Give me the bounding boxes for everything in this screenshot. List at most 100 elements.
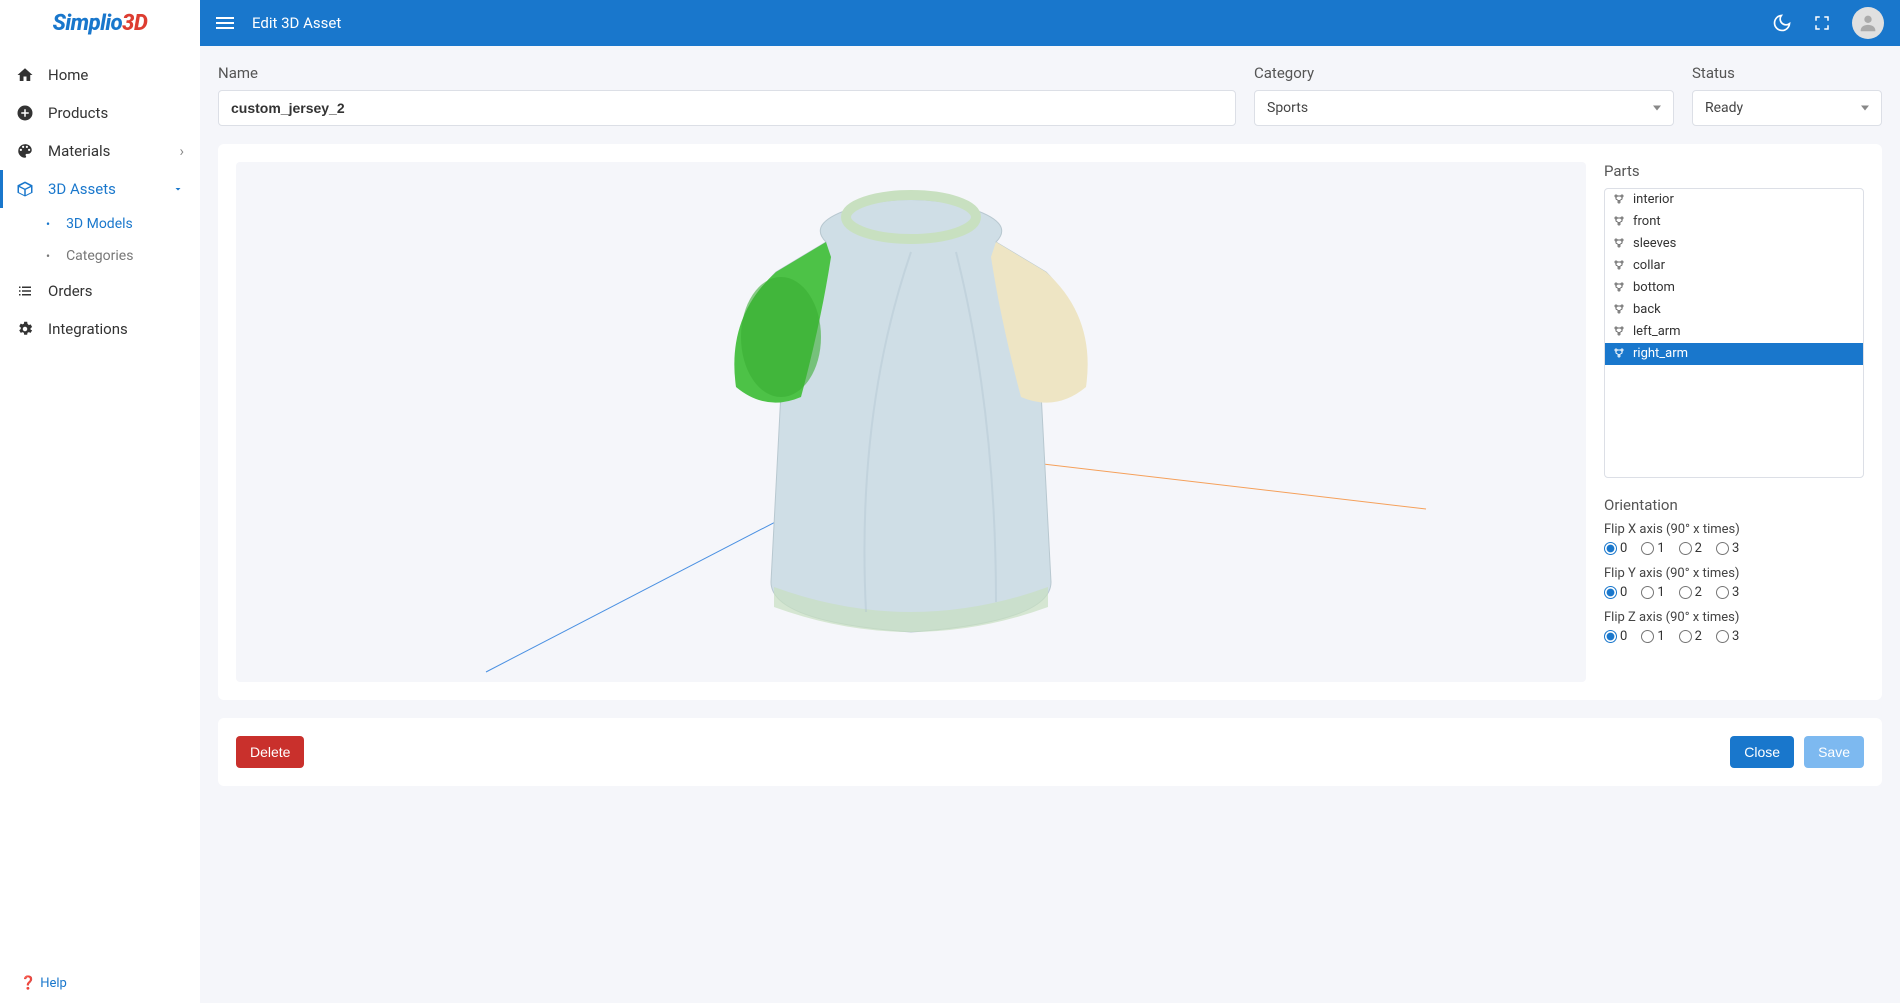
form-row: Name Category Sports Status Ready: [218, 64, 1882, 126]
nav-label: Products: [48, 104, 108, 122]
name-input[interactable]: [218, 90, 1236, 126]
mesh-icon: [1613, 215, 1627, 229]
topbar: Edit 3D Asset: [200, 0, 1900, 46]
flip-y-label: Flip Y axis (90° x times): [1604, 566, 1864, 581]
part-label: back: [1633, 301, 1661, 319]
gear-icon: [16, 320, 34, 338]
flip-x-option-2[interactable]: 2: [1679, 541, 1702, 556]
help-link[interactable]: ❓ Help: [0, 964, 200, 1003]
flip-z-option-3[interactable]: 3: [1716, 629, 1739, 644]
brand-part2: 3D: [122, 11, 147, 36]
page-title: Edit 3D Asset: [252, 14, 341, 32]
mesh-icon: [1613, 325, 1627, 339]
status-select[interactable]: Ready: [1692, 90, 1882, 126]
chevron-right-icon: ›: [179, 142, 184, 160]
orientation-title: Orientation: [1604, 496, 1864, 514]
nav-label: Home: [48, 66, 88, 84]
cube-icon: [16, 180, 34, 198]
subnav-label: Categories: [66, 248, 133, 264]
label-name: Name: [218, 64, 1236, 82]
flip-y-option-2[interactable]: 2: [1679, 585, 1702, 600]
main: Edit 3D Asset Name Category Sports Sta: [200, 0, 1900, 1003]
flip-x-group: Flip X axis (90° x times) 0123: [1604, 522, 1864, 556]
flip-y-option-3[interactable]: 3: [1716, 585, 1739, 600]
nav: Home Products Materials › 3D Assets 3D M…: [0, 46, 200, 964]
content: Name Category Sports Status Ready: [200, 46, 1900, 1003]
flip-x-option-1[interactable]: 1: [1641, 541, 1664, 556]
flip-z-option-1[interactable]: 1: [1641, 629, 1664, 644]
palette-icon: [16, 142, 34, 160]
flip-x-option-3[interactable]: 3: [1716, 541, 1739, 556]
subnav-label: 3D Models: [66, 216, 133, 232]
menu-toggle[interactable]: [216, 17, 234, 29]
brand-part1: Simplio: [53, 11, 123, 36]
field-category: Category Sports: [1254, 64, 1674, 126]
mesh-icon: [1613, 281, 1627, 295]
part-item-interior[interactable]: interior: [1605, 189, 1863, 211]
part-item-left_arm[interactable]: left_arm: [1605, 321, 1863, 343]
user-avatar[interactable]: [1852, 7, 1884, 39]
mesh-icon: [1613, 303, 1627, 317]
nav-home[interactable]: Home: [0, 56, 200, 94]
editor-card: Parts interiorfrontsleevescollarbottomba…: [218, 144, 1882, 700]
status-value: Ready: [1705, 100, 1743, 116]
part-item-collar[interactable]: collar: [1605, 255, 1863, 277]
nav-materials[interactable]: Materials ›: [0, 132, 200, 170]
plus-icon: [16, 104, 34, 122]
nav-3d-assets[interactable]: 3D Assets: [0, 170, 200, 208]
part-label: front: [1633, 213, 1661, 231]
label-category: Category: [1254, 64, 1674, 82]
nav-integrations[interactable]: Integrations: [0, 310, 200, 348]
nav-label: Orders: [48, 282, 93, 300]
category-value: Sports: [1267, 100, 1308, 116]
part-item-bottom[interactable]: bottom: [1605, 277, 1863, 299]
flip-x-option-0[interactable]: 0: [1604, 541, 1627, 556]
subnav-assets: 3D Models Categories: [0, 208, 200, 272]
home-icon: [16, 66, 34, 84]
parts-list: interior front sleeves collar bottom back left…: [1604, 188, 1864, 478]
close-button[interactable]: Close: [1730, 736, 1794, 768]
part-item-back[interactable]: back: [1605, 299, 1863, 321]
save-button[interactable]: Save: [1804, 736, 1864, 768]
category-select[interactable]: Sports: [1254, 90, 1674, 126]
part-label: collar: [1633, 257, 1665, 275]
flip-x-label: Flip X axis (90° x times): [1604, 522, 1864, 537]
flip-z-group: Flip Z axis (90° x times)0123: [1604, 610, 1864, 644]
nav-label: Integrations: [48, 320, 128, 338]
brand-logo[interactable]: Simplio3D: [0, 0, 200, 46]
delete-button[interactable]: Delete: [236, 736, 304, 768]
nav-products[interactable]: Products: [0, 94, 200, 132]
part-label: bottom: [1633, 279, 1675, 297]
flip-y-option-0[interactable]: 0: [1604, 585, 1627, 600]
field-name: Name: [218, 64, 1236, 126]
field-status: Status Ready: [1692, 64, 1882, 126]
sidebar: Simplio3D Home Products Materials › 3D A…: [0, 0, 200, 1003]
fullscreen-icon[interactable]: [1812, 13, 1832, 33]
help-label: Help: [40, 976, 67, 991]
moon-icon[interactable]: [1772, 13, 1792, 33]
part-item-front[interactable]: front: [1605, 211, 1863, 233]
subnav-3d-models[interactable]: 3D Models: [30, 208, 200, 240]
flip-y-option-1[interactable]: 1: [1641, 585, 1664, 600]
nav-label: Materials: [48, 142, 110, 160]
mesh-icon: [1613, 193, 1627, 207]
label-status: Status: [1692, 64, 1882, 82]
flip-z-option-2[interactable]: 2: [1679, 629, 1702, 644]
part-label: interior: [1633, 191, 1674, 209]
subnav-categories[interactable]: Categories: [30, 240, 200, 272]
help-icon: ❓: [20, 976, 36, 991]
chevron-down-icon: [172, 183, 184, 195]
parts-panel: Parts interiorfrontsleevescollarbottomba…: [1604, 162, 1864, 478]
part-item-sleeves[interactable]: sleeves: [1605, 233, 1863, 255]
footer: Delete Close Save: [218, 718, 1882, 786]
part-item-right_arm[interactable]: right_arm: [1605, 343, 1863, 365]
mesh-icon: [1613, 347, 1627, 361]
nav-orders[interactable]: Orders: [0, 272, 200, 310]
flip-z-option-0[interactable]: 0: [1604, 629, 1627, 644]
orientation-panel: Orientation Flip X axis (90° x times)012…: [1604, 496, 1864, 654]
flip-y-group: Flip Y axis (90° x times) 0123: [1604, 566, 1864, 600]
3d-viewport[interactable]: [236, 162, 1586, 682]
part-label: sleeves: [1633, 235, 1676, 253]
mesh-icon: [1613, 259, 1627, 273]
list-icon: [16, 282, 34, 300]
